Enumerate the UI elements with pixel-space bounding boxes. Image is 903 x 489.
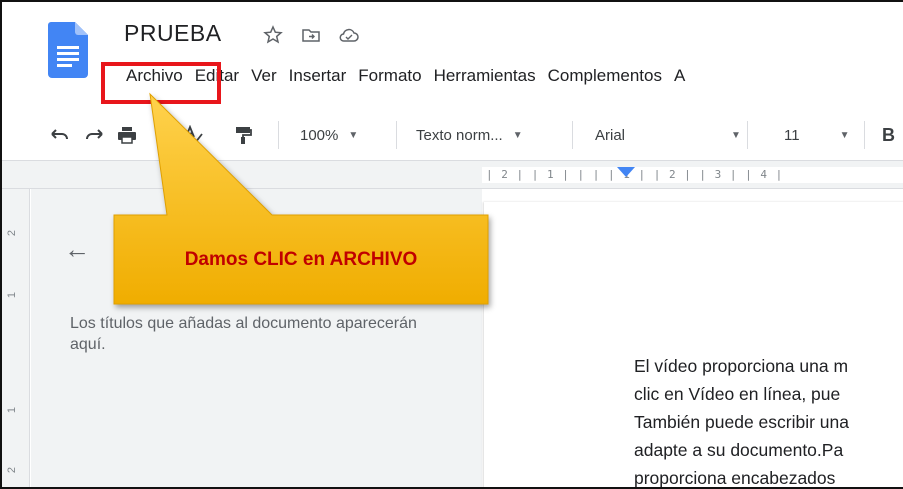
menu-herramientas[interactable]: Herramientas bbox=[428, 64, 542, 88]
menu-insertar[interactable]: Insertar bbox=[283, 64, 353, 88]
back-arrow-icon[interactable]: ← bbox=[64, 234, 90, 265]
highlight-box bbox=[101, 62, 221, 104]
spellcheck-icon[interactable] bbox=[182, 109, 204, 161]
toolbar-divider bbox=[396, 121, 397, 149]
vertical-ruler-label: 1 bbox=[6, 291, 19, 299]
document-line: clic en Vídeo en línea, pue bbox=[634, 384, 841, 404]
callout-label: Damos CLIC en ARCHIVO bbox=[184, 248, 418, 270]
vertical-ruler-label: 1 bbox=[6, 406, 19, 414]
undo-icon[interactable] bbox=[50, 109, 70, 161]
toolbar-divider bbox=[278, 121, 279, 149]
chevron-down-icon: ▼ bbox=[839, 129, 850, 141]
bold-button[interactable]: B bbox=[882, 109, 895, 161]
chevron-down-icon: ▼ bbox=[731, 129, 741, 141]
toolbar-divider bbox=[864, 121, 865, 149]
document-title[interactable]: PRUEBA bbox=[124, 20, 222, 47]
google-docs-icon[interactable] bbox=[48, 22, 88, 78]
title-actions bbox=[262, 24, 360, 46]
font-size-select[interactable]: 11 ▼ bbox=[784, 109, 849, 161]
star-icon[interactable] bbox=[262, 24, 284, 46]
zoom-select[interactable]: 100% ▼ bbox=[300, 109, 358, 161]
zoom-value: 100% bbox=[300, 126, 339, 144]
vertical-ruler-label: 2 bbox=[6, 229, 19, 237]
move-to-folder-icon[interactable] bbox=[300, 24, 322, 46]
outline-empty-message: Los títulos que añadas al documento apar… bbox=[70, 315, 417, 353]
indent-marker-icon[interactable] bbox=[617, 167, 635, 177]
horizontal-ruler[interactable]: | 2 | | 1 | | | | 1 | | 2 | | 3 | | 4 | bbox=[482, 167, 903, 183]
document-body[interactable]: El vídeo proporciona una m clic en Vídeo… bbox=[634, 352, 903, 488]
toolbar-divider bbox=[572, 121, 573, 149]
font-size-value: 11 bbox=[784, 126, 800, 144]
toolbar-divider bbox=[747, 121, 748, 149]
print-icon[interactable] bbox=[117, 109, 137, 161]
menu-ver[interactable]: Ver bbox=[245, 64, 283, 88]
ruler-area: | 2 | | 1 | | | | 1 | | 2 | | 3 | | 4 | bbox=[2, 161, 903, 189]
font-value: Arial bbox=[595, 126, 626, 144]
vertical-ruler[interactable]: 2 1 1 2 bbox=[2, 189, 30, 487]
menu-complementos[interactable]: Complementos bbox=[542, 64, 668, 88]
font-select[interactable]: Arial ▼ bbox=[595, 109, 745, 161]
menu-formato[interactable]: Formato bbox=[352, 64, 427, 88]
redo-icon[interactable] bbox=[84, 109, 104, 161]
vertical-ruler-label: 2 bbox=[6, 466, 19, 474]
document-line: El vídeo proporciona una m bbox=[634, 356, 849, 376]
document-line: También puede escribir una bbox=[634, 412, 849, 432]
chevron-down-icon: ▼ bbox=[348, 129, 359, 141]
chevron-down-icon: ▼ bbox=[512, 129, 523, 141]
document-line: adapte a su documento.Pa bbox=[634, 440, 844, 460]
paragraph-style-select[interactable]: Texto norm... ▼ bbox=[416, 109, 523, 161]
menu-ayuda[interactable]: A bbox=[668, 64, 691, 88]
paint-format-icon[interactable] bbox=[234, 109, 252, 161]
paragraph-style-value: Texto norm... bbox=[416, 126, 503, 144]
app-window: PRUEBA Archivo Editar Ver Insertar Forma… bbox=[0, 0, 903, 489]
document-line: proporciona encabezados bbox=[634, 468, 836, 488]
toolbar: 100% ▼ Texto norm... ▼ Arial ▼ 11 ▼ B bbox=[2, 109, 903, 161]
cloud-status-icon[interactable] bbox=[338, 24, 360, 46]
